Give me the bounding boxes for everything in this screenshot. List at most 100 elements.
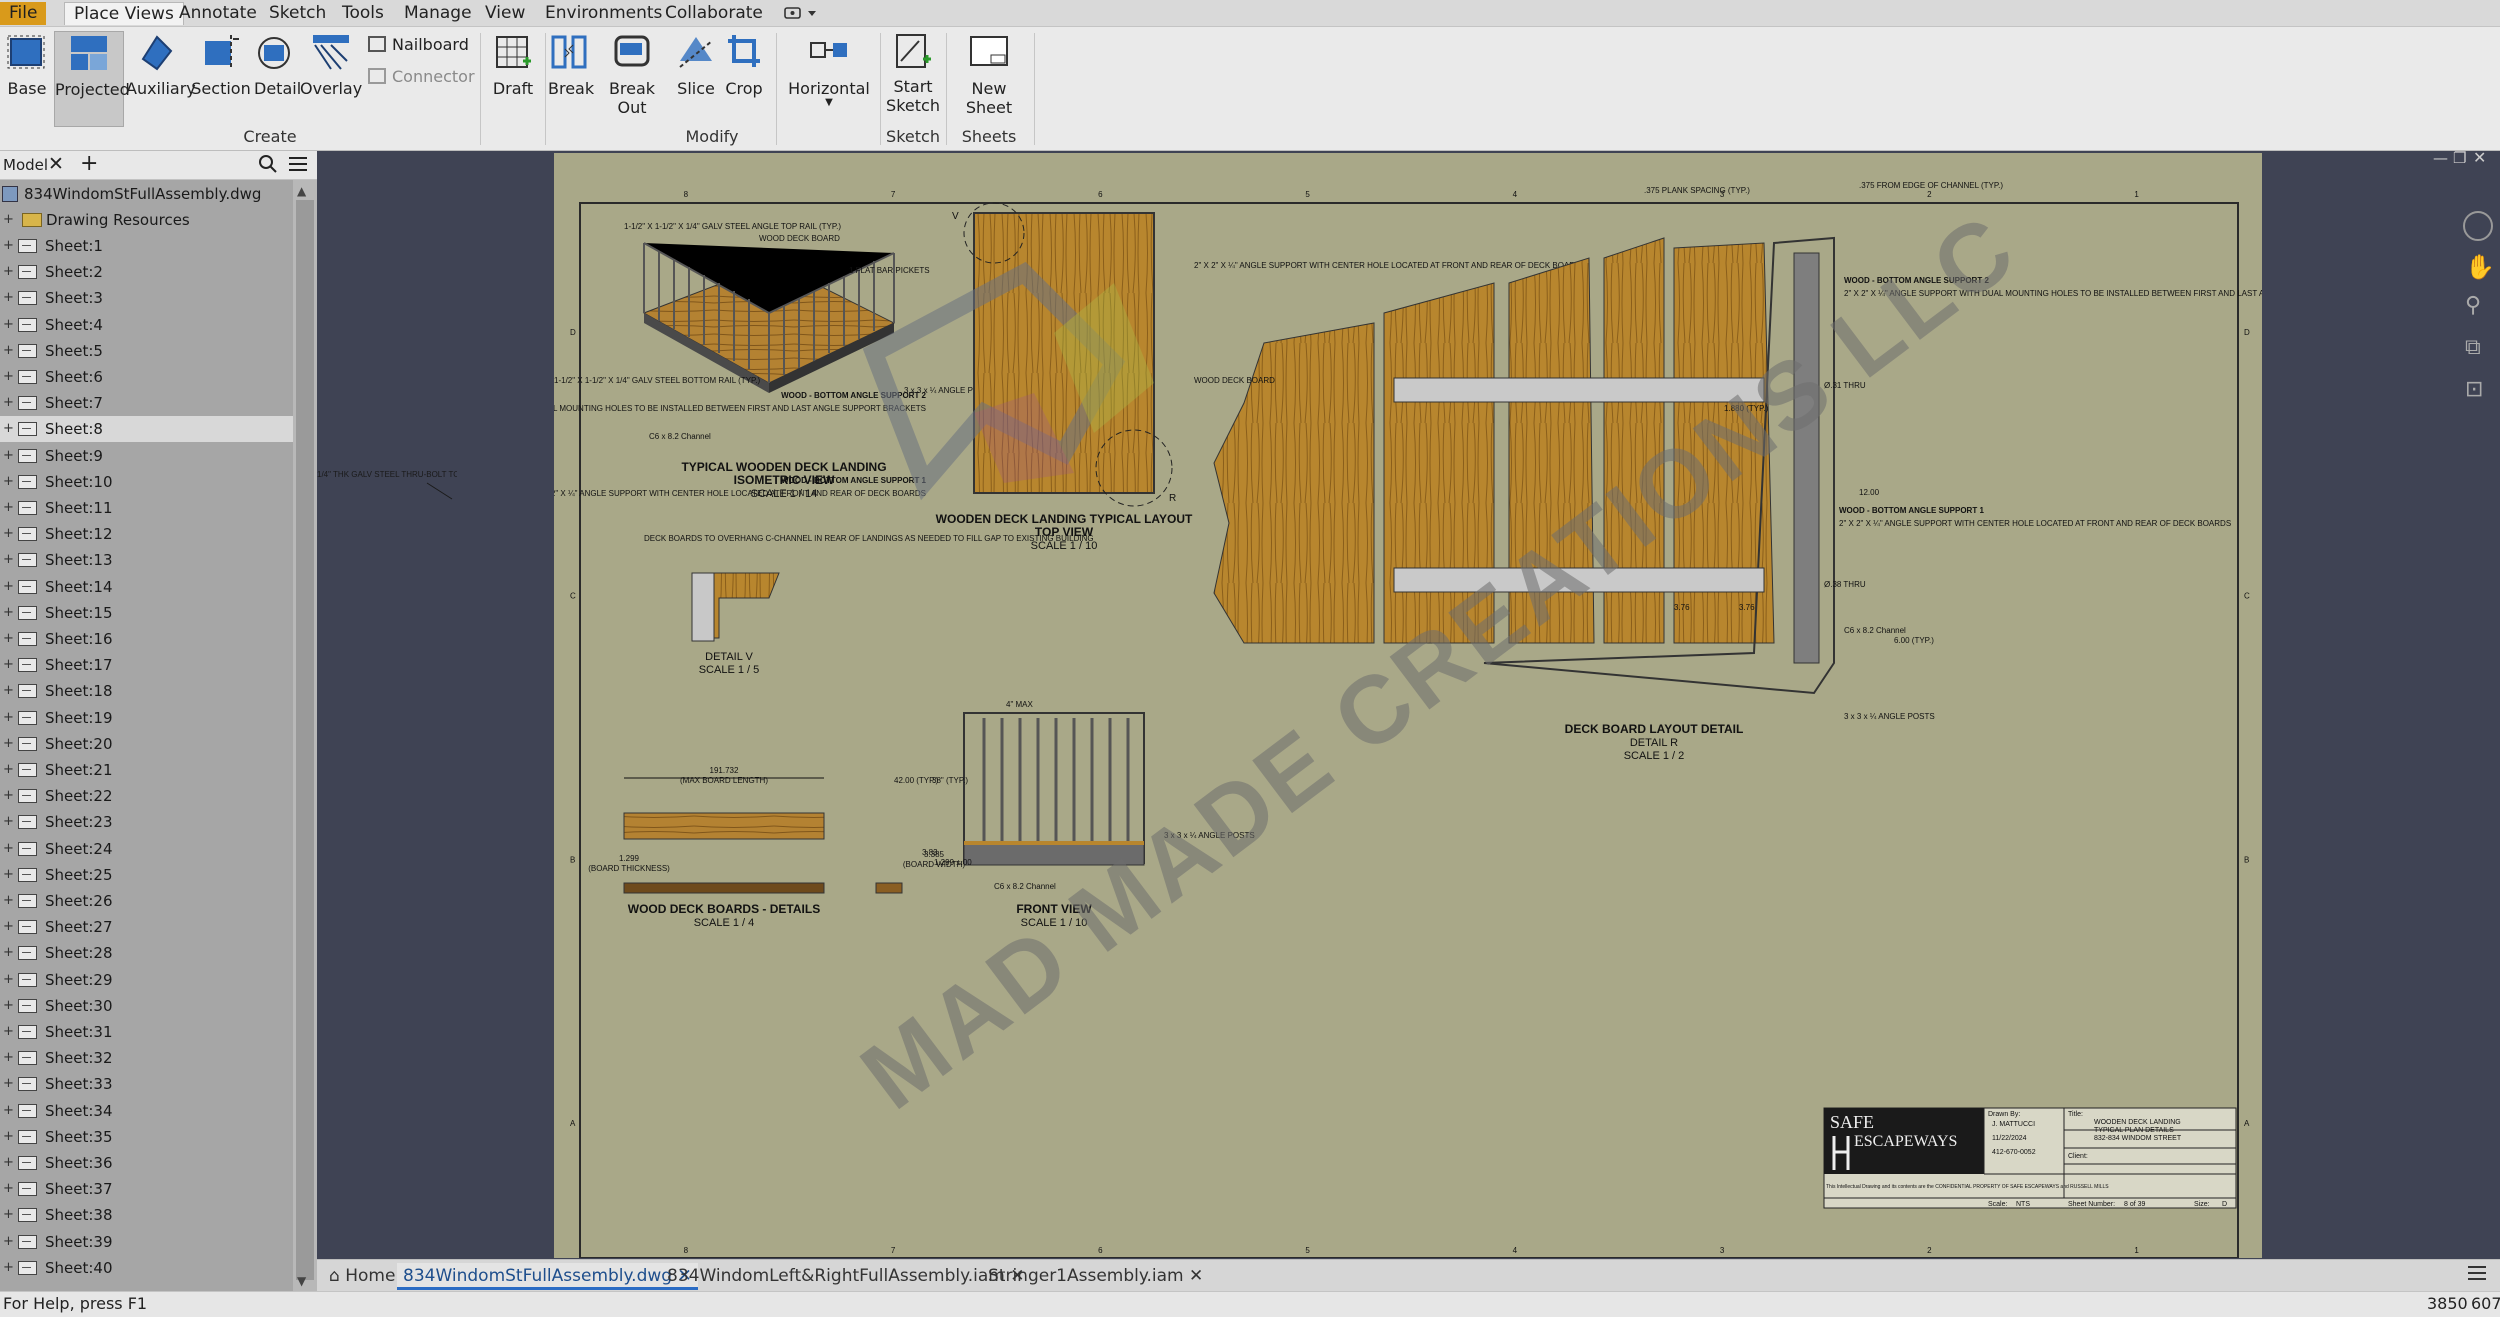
menu-collaborate[interactable]: Collaborate	[656, 2, 772, 25]
scroll-up-icon[interactable]: ▲	[297, 184, 306, 198]
expand-icon[interactable]: +	[3, 396, 14, 409]
expand-icon[interactable]: +	[3, 1077, 14, 1090]
section-view-button[interactable]: Section	[190, 31, 252, 127]
auxiliary-view-button[interactable]: Auxiliary	[126, 31, 196, 127]
quick-access-dropdown-icon[interactable]	[784, 6, 818, 21]
tree-sheet-item[interactable]: + Sheet:20	[0, 731, 293, 757]
expand-icon[interactable]: +	[3, 291, 14, 304]
tree-sheet-item[interactable]: + Sheet:11	[0, 495, 293, 521]
tree-sheet-item[interactable]: + Sheet:8	[0, 416, 293, 443]
tree-sheet-item[interactable]: + Sheet:2	[0, 259, 293, 285]
tree-sheet-item[interactable]: + Sheet:25	[0, 862, 293, 888]
menu-environments[interactable]: Environments	[536, 2, 671, 25]
browser-tab-model[interactable]: Model	[3, 156, 48, 174]
expand-icon[interactable]: +	[3, 449, 14, 462]
expand-icon[interactable]: +	[3, 344, 14, 357]
expand-icon[interactable]: +	[3, 842, 14, 855]
nailboard-button[interactable]: Nailboard	[368, 35, 469, 54]
tree-sheet-item[interactable]: + Sheet:4	[0, 312, 293, 338]
expand-icon[interactable]: +	[3, 1261, 14, 1274]
expand-icon[interactable]: +	[3, 737, 14, 750]
tree-root[interactable]: 834WindomStFullAssembly.dwg	[0, 181, 293, 207]
expand-icon[interactable]: +	[3, 501, 14, 514]
tree-sheet-item[interactable]: + Sheet:9	[0, 443, 293, 469]
detail-view-button[interactable]: Detail	[254, 31, 301, 127]
expand-icon[interactable]: +	[3, 265, 14, 278]
tree-sheet-item[interactable]: + Sheet:13	[0, 547, 293, 573]
slice-button[interactable]: Slice	[674, 31, 718, 127]
home-tab[interactable]: ⌂ Home	[323, 1263, 401, 1290]
expand-icon[interactable]: +	[3, 213, 14, 226]
tab-list-icon[interactable]	[2467, 1264, 2487, 1287]
tree-drawing-resources[interactable]: + Drawing Resources	[0, 207, 293, 233]
expand-icon[interactable]: +	[3, 789, 14, 802]
zoom-all-icon[interactable]: ⊡	[2465, 377, 2483, 402]
expand-icon[interactable]: +	[3, 815, 14, 828]
tree-sheet-item[interactable]: + Sheet:24	[0, 836, 293, 862]
zoom-icon[interactable]: ⚲	[2465, 293, 2481, 318]
tree-sheet-item[interactable]: + Sheet:26	[0, 888, 293, 914]
start-sketch-button[interactable]: Start Sketch	[884, 31, 942, 127]
tree-sheet-item[interactable]: + Sheet:15	[0, 600, 293, 626]
expand-icon[interactable]: +	[3, 632, 14, 645]
tree-sheet-item[interactable]: + Sheet:10	[0, 469, 293, 495]
doc-tab[interactable]: Stringer1Assembly.iam ✕	[982, 1263, 1209, 1290]
break-out-button[interactable]: Break Out	[594, 31, 670, 127]
tree-sheet-item[interactable]: + Sheet:21	[0, 757, 293, 783]
expand-icon[interactable]: +	[3, 946, 14, 959]
tree-sheet-item[interactable]: + Sheet:32	[0, 1045, 293, 1071]
expand-icon[interactable]: +	[3, 475, 14, 488]
expand-icon[interactable]: +	[3, 999, 14, 1012]
expand-icon[interactable]: +	[3, 580, 14, 593]
expand-icon[interactable]: +	[3, 763, 14, 776]
tree-sheet-item[interactable]: + Sheet:40	[0, 1255, 293, 1281]
tree-sheet-item[interactable]: + Sheet:19	[0, 705, 293, 731]
graphics-window[interactable]: 1/4" THK GALV STEEL THRU-BOLT TO TO AND …	[317, 148, 2500, 1259]
tree-sheet-item[interactable]: + Sheet:36	[0, 1150, 293, 1176]
draft-view-button[interactable]: Draft	[486, 31, 540, 127]
horizontal-button[interactable]: Horizontal ▼	[786, 31, 872, 127]
scroll-down-icon[interactable]: ▼	[297, 1274, 306, 1288]
expand-icon[interactable]: +	[3, 1051, 14, 1064]
expand-icon[interactable]: +	[3, 527, 14, 540]
steering-wheel-icon[interactable]	[2463, 211, 2493, 241]
menu-sketch[interactable]: Sketch	[260, 2, 335, 25]
tree-sheet-item[interactable]: + Sheet:37	[0, 1176, 293, 1202]
base-view-button[interactable]: Base	[2, 31, 52, 127]
zoom-window-icon[interactable]: ⧉	[2465, 335, 2481, 360]
expand-icon[interactable]: +	[3, 711, 14, 724]
expand-icon[interactable]: +	[3, 318, 14, 331]
crop-button[interactable]: Crop	[722, 31, 766, 127]
tree-sheet-item[interactable]: + Sheet:3	[0, 285, 293, 311]
connector-button[interactable]: Connector	[368, 67, 475, 86]
tree-sheet-item[interactable]: + Sheet:14	[0, 574, 293, 600]
tree-sheet-item[interactable]: + Sheet:28	[0, 940, 293, 966]
tree-sheet-item[interactable]: + Sheet:5	[0, 338, 293, 364]
expand-icon[interactable]: +	[3, 606, 14, 619]
expand-icon[interactable]: +	[3, 684, 14, 697]
tree-sheet-item[interactable]: + Sheet:16	[0, 626, 293, 652]
expand-icon[interactable]: +	[3, 1208, 14, 1221]
tree-sheet-item[interactable]: + Sheet:7	[0, 390, 293, 416]
close-icon[interactable]: ✕	[48, 153, 64, 175]
expand-icon[interactable]: +	[3, 920, 14, 933]
tree-sheet-item[interactable]: + Sheet:39	[0, 1229, 293, 1255]
tree-sheet-item[interactable]: + Sheet:33	[0, 1071, 293, 1097]
pan-icon[interactable]: ✋	[2465, 253, 2495, 281]
tree-sheet-item[interactable]: + Sheet:31	[0, 1019, 293, 1045]
menu-place-views[interactable]: Place Views	[64, 2, 184, 25]
menu-file[interactable]: File	[0, 2, 47, 25]
minimize-icon[interactable]: —	[2433, 149, 2448, 167]
menu-annotate[interactable]: Annotate	[170, 2, 266, 25]
expand-icon[interactable]: +	[3, 239, 14, 252]
menu-icon[interactable]	[288, 155, 308, 178]
tree-sheet-item[interactable]: + Sheet:30	[0, 993, 293, 1019]
expand-icon[interactable]: +	[3, 1025, 14, 1038]
break-button[interactable]: Break	[548, 31, 594, 127]
tree-sheet-item[interactable]: + Sheet:38	[0, 1202, 293, 1228]
tree-sheet-item[interactable]: + Sheet:22	[0, 783, 293, 809]
browser-scrollbar[interactable]: ▲ ▼	[293, 180, 317, 1291]
tree-sheet-item[interactable]: + Sheet:23	[0, 809, 293, 835]
tree-sheet-item[interactable]: + Sheet:17	[0, 652, 293, 678]
add-tab-icon[interactable]: +	[80, 151, 98, 176]
